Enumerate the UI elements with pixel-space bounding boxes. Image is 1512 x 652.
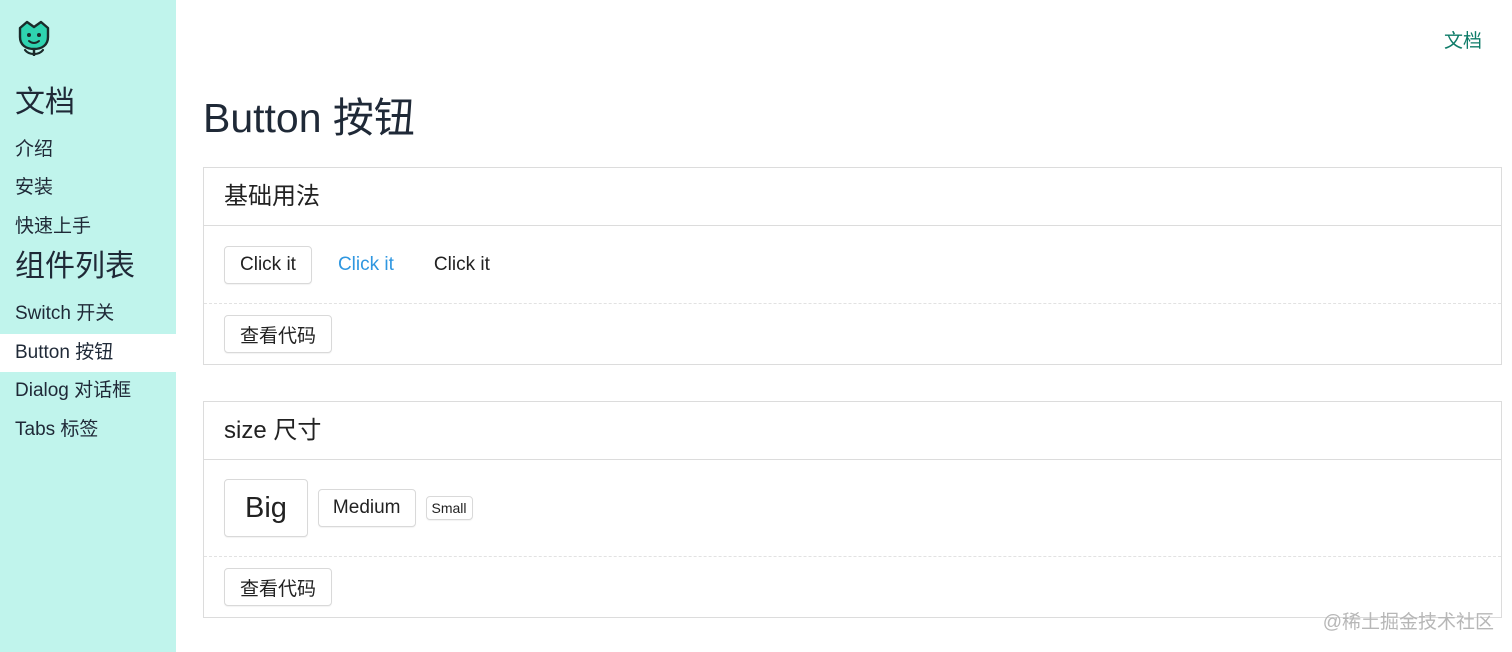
- big-button[interactable]: Big: [224, 479, 308, 537]
- demo-card-size: size 尺寸 Big Medium Small 查看代码: [203, 401, 1502, 618]
- demo-card-basic: 基础用法 Click it Click it Click it 查看代码: [203, 167, 1502, 365]
- app-root: 文档 介绍 安装 快速上手 组件列表 Switch 开关 Button 按钮 D…: [0, 0, 1512, 652]
- demo-actions: 查看代码: [204, 557, 1501, 617]
- demo-preview: Click it Click it Click it: [204, 226, 1501, 304]
- link-button[interactable]: Click it: [324, 246, 408, 284]
- default-button[interactable]: Click it: [224, 245, 312, 284]
- demo-title: size 尺寸: [204, 402, 1501, 460]
- nav-heading-docs: 文档: [15, 86, 75, 119]
- page-title: Button 按钮: [203, 95, 415, 141]
- sidebar-item-quickstart[interactable]: 快速上手: [0, 208, 176, 246]
- sidebar: 文档 介绍 安装 快速上手 组件列表 Switch 开关 Button 按钮 D…: [0, 0, 176, 652]
- sidebar-item-dialog[interactable]: Dialog 对话框: [0, 372, 176, 410]
- small-button[interactable]: Small: [425, 496, 473, 520]
- view-code-button[interactable]: 查看代码: [224, 315, 333, 353]
- demo-actions: 查看代码: [204, 304, 1501, 364]
- nav-heading-components: 组件列表: [15, 250, 135, 283]
- sidebar-item-button[interactable]: Button 按钮: [0, 334, 176, 372]
- sidebar-item-switch[interactable]: Switch 开关: [0, 295, 176, 333]
- demo-title: 基础用法: [204, 168, 1501, 226]
- demo-preview: Big Medium Small: [204, 460, 1501, 557]
- medium-button[interactable]: Medium: [317, 489, 416, 527]
- sidebar-item-install[interactable]: 安装: [0, 169, 176, 207]
- tulip-face-logo-icon[interactable]: [16, 18, 52, 58]
- sidebar-item-intro[interactable]: 介绍: [0, 131, 176, 169]
- text-button[interactable]: Click it: [420, 246, 504, 284]
- docs-link[interactable]: 文档: [1444, 26, 1482, 53]
- watermark: @稀土掘金技术社区: [1322, 612, 1494, 633]
- view-code-button[interactable]: 查看代码: [224, 568, 333, 606]
- sidebar-item-tabs[interactable]: Tabs 标签: [0, 411, 176, 449]
